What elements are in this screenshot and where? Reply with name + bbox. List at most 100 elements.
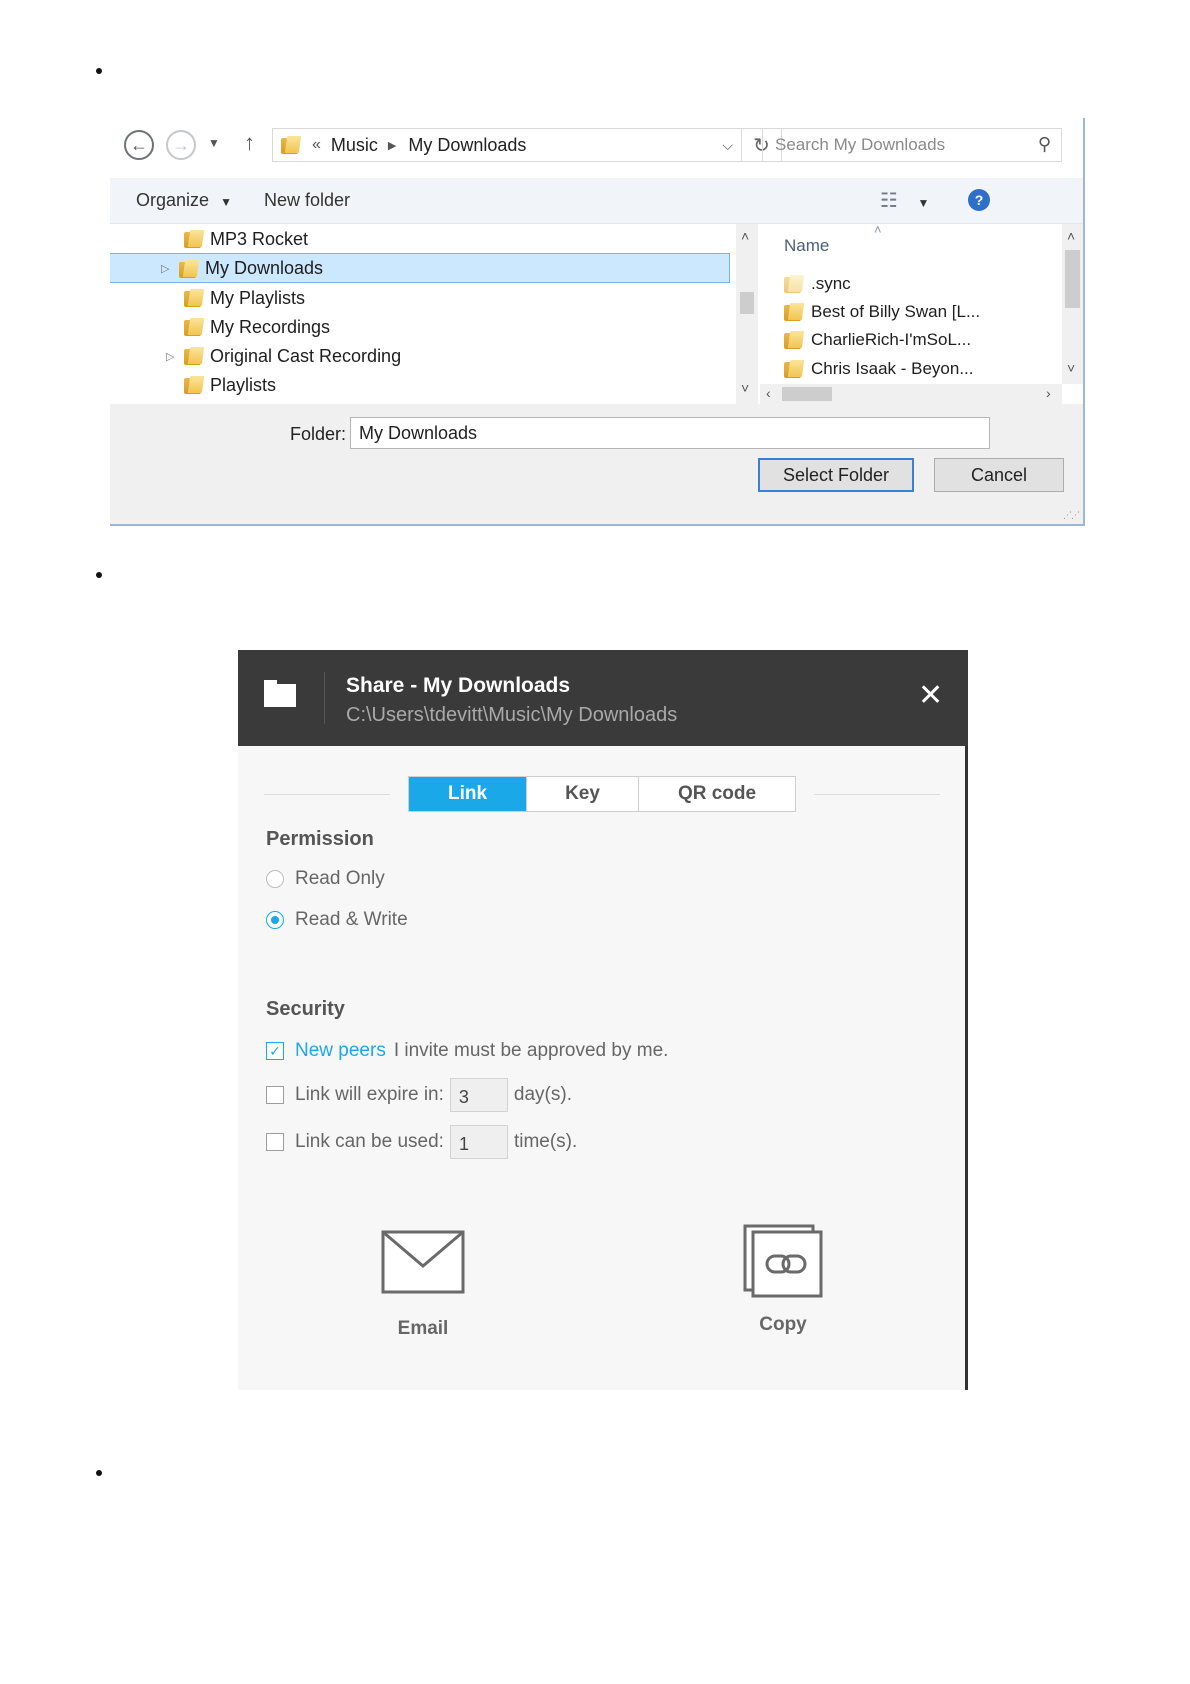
up-button[interactable]: ↑: [244, 130, 255, 156]
select-folder-button[interactable]: Select Folder: [758, 458, 914, 492]
breadcrumb-overflow[interactable]: «: [312, 136, 321, 154]
navigation-tree: MP3 Rocket ▷ My Downloads My Playlists M…: [110, 224, 736, 404]
scroll-up-icon[interactable]: ˄: [741, 228, 749, 244]
search-input[interactable]: Search My Downloads ⚲: [762, 128, 1062, 162]
folder-icon: [784, 360, 803, 378]
list-item[interactable]: Chris Isaak - Beyon...: [784, 355, 974, 383]
address-bar[interactable]: « Music ▶ My Downloads ⌵: [272, 128, 742, 162]
scrollbar-thumb[interactable]: [740, 292, 754, 314]
list-item[interactable]: CharlieRich-I'mSoL...: [784, 326, 971, 354]
expire-days-input[interactable]: 3: [449, 1078, 508, 1112]
organize-button[interactable]: Organize ▼: [136, 190, 232, 211]
search-placeholder: Search My Downloads: [775, 135, 946, 154]
column-header-name[interactable]: Name: [784, 236, 829, 256]
list-item-label: .sync: [811, 274, 851, 293]
check-icon: ✓: [269, 1042, 281, 1059]
search-icon: ⚲: [1037, 134, 1051, 154]
header-divider: [324, 672, 325, 724]
tree-item-label: My Downloads: [205, 257, 324, 278]
radio-button[interactable]: [266, 911, 284, 929]
list-bullet: [96, 1470, 102, 1476]
scrollbar-thumb[interactable]: [1065, 250, 1080, 308]
tree-item-label: MP3 Rocket: [210, 228, 309, 249]
address-bar-row: ← → ▼ ↑ « Music ▶ My Downloads ⌵ ↻ Searc…: [110, 118, 1083, 178]
help-button[interactable]: ?: [968, 189, 990, 211]
link-expiry[interactable]: Link will expire in: 3 day(s).: [266, 1078, 572, 1112]
tree-item-my-downloads[interactable]: ▷ My Downloads: [110, 253, 730, 283]
cancel-button[interactable]: Cancel: [934, 458, 1064, 492]
list-item[interactable]: Best of Billy Swan [L...: [784, 298, 980, 326]
checkbox[interactable]: [266, 1086, 284, 1104]
share-folder-path: C:\Users\tdevitt\Music\My Downloads: [346, 704, 678, 726]
uses-label: Link can be used:: [295, 1131, 444, 1152]
new-peers-link[interactable]: New peers: [295, 1040, 386, 1062]
folder-icon: [179, 260, 198, 278]
expire-label: Link will expire in:: [295, 1084, 444, 1105]
tree-item-my-playlists[interactable]: My Playlists: [110, 283, 736, 313]
tree-item-label: Original Cast Recording: [210, 345, 402, 366]
back-button[interactable]: ←: [124, 130, 154, 160]
help-icon: ?: [974, 192, 984, 208]
share-dialog-title: Share - My Downloads: [346, 674, 571, 697]
scrollbar-thumb[interactable]: [782, 387, 832, 401]
list-horizontal-scrollbar[interactable]: ‹ ›: [760, 384, 1062, 404]
new-peers-text: I invite must be approved by me.: [393, 1040, 669, 1061]
change-view-button[interactable]: ☷ ▼: [880, 188, 929, 213]
copy-action[interactable]: Copy: [728, 1224, 838, 1336]
tree-item-original-cast-recording[interactable]: ▷ Original Cast Recording: [110, 341, 736, 371]
scroll-down-icon[interactable]: ˅: [741, 380, 749, 396]
tab-key[interactable]: Key: [527, 777, 639, 811]
permission-read-only[interactable]: Read Only: [266, 868, 385, 890]
tree-scrollbar[interactable]: ˄ ˅: [736, 224, 758, 404]
folder-picker-footer: Folder: My Downloads Select Folder Cance…: [110, 404, 1083, 524]
scroll-up-icon[interactable]: ˄: [1067, 228, 1075, 244]
new-folder-button[interactable]: New folder: [264, 190, 350, 211]
folder-icon: [264, 680, 296, 707]
forward-button[interactable]: →: [166, 130, 196, 160]
tab-qr-code[interactable]: QR code: [639, 777, 795, 811]
breadcrumb-separator-icon[interactable]: ▶: [388, 139, 396, 152]
folder-name-input[interactable]: My Downloads: [350, 417, 990, 449]
list-vertical-scrollbar[interactable]: ˄ ˅: [1062, 224, 1083, 384]
scroll-left-icon[interactable]: ‹: [766, 385, 771, 401]
list-bullet: [96, 572, 102, 578]
uses-count-input[interactable]: 1: [449, 1125, 508, 1159]
address-dropdown-icon[interactable]: ⌵: [722, 137, 733, 154]
chevron-down-icon: ▼: [220, 195, 232, 209]
email-action[interactable]: Email: [368, 1230, 478, 1340]
list-bullet: [96, 68, 102, 74]
tab-link[interactable]: Link: [409, 777, 527, 811]
list-item-label: Best of Billy Swan [L...: [811, 302, 981, 321]
chevron-down-icon: ▼: [917, 196, 930, 210]
folder-icon: [784, 275, 803, 293]
expand-arrow-icon[interactable]: ▷: [166, 350, 174, 363]
tree-item-my-recordings[interactable]: My Recordings: [110, 312, 736, 342]
email-label: Email: [397, 1318, 449, 1339]
permission-read-write[interactable]: Read & Write: [266, 909, 408, 931]
tree-item-label: Playlists: [210, 374, 277, 395]
expand-arrow-icon[interactable]: ▷: [161, 262, 169, 275]
permission-heading: Permission: [266, 828, 374, 850]
list-item[interactable]: .sync: [784, 270, 851, 298]
radio-label: Read & Write: [295, 909, 408, 930]
tree-item-playlists[interactable]: Playlists: [110, 370, 736, 400]
recent-locations-button[interactable]: ▼: [208, 136, 220, 150]
link-usage-limit[interactable]: Link can be used: 1 time(s).: [266, 1125, 577, 1159]
tree-item-mp3-rocket[interactable]: MP3 Rocket: [110, 224, 736, 254]
checkbox-checked[interactable]: ✓: [266, 1042, 284, 1060]
checkbox[interactable]: [266, 1133, 284, 1151]
scroll-right-icon[interactable]: ›: [1046, 385, 1051, 401]
share-tabs: Link Key QR code: [408, 776, 796, 812]
scroll-down-icon[interactable]: ˅: [1067, 360, 1075, 376]
close-icon[interactable]: ✕: [918, 678, 943, 713]
resize-grip-icon[interactable]: ⋰⋰: [1063, 510, 1080, 521]
arrow-right-icon: →: [172, 134, 190, 155]
breadcrumb-item-my-downloads[interactable]: My Downloads: [408, 135, 526, 156]
new-peers-approval[interactable]: ✓ New peers I invite must be approved by…: [266, 1040, 668, 1062]
folder-picker-dialog: ← → ▼ ↑ « Music ▶ My Downloads ⌵ ↻ Searc…: [110, 118, 1085, 526]
expire-unit: day(s).: [513, 1084, 572, 1105]
radio-button[interactable]: [266, 870, 284, 888]
arrow-left-icon: ←: [130, 134, 148, 155]
breadcrumb-item-music[interactable]: Music: [331, 135, 378, 156]
list-item-label: CharlieRich-I'mSoL...: [811, 330, 972, 349]
